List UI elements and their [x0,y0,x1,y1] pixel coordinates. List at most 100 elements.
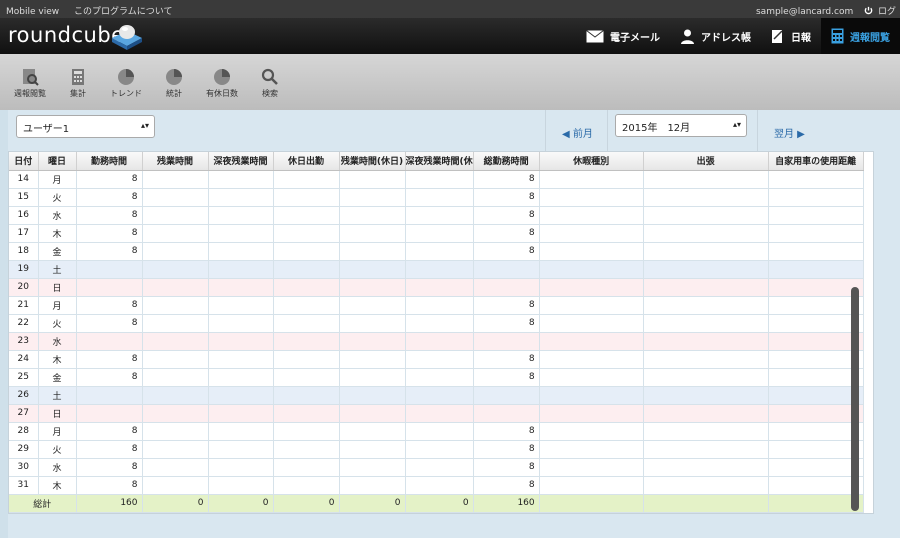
cell[interactable] [142,404,209,423]
cell[interactable] [273,242,340,261]
cell[interactable] [208,314,274,333]
column-header[interactable]: 総勤務時間 [473,152,540,171]
cell[interactable] [405,260,474,279]
cell-total[interactable] [473,260,540,279]
table-row[interactable]: 24 木 8 8 [9,350,864,369]
cell-total[interactable]: 8 [473,476,540,495]
cell-work[interactable]: 8 [76,170,143,189]
cell[interactable] [643,314,769,333]
cell[interactable] [339,296,406,315]
cell[interactable] [405,332,474,351]
cell[interactable] [142,458,209,477]
cell[interactable] [768,368,864,387]
toolbar-search-button[interactable]: 検索 [246,68,294,99]
table-row[interactable]: 25 金 8 8 [9,368,864,387]
cell[interactable] [142,278,209,297]
cell[interactable] [273,350,340,369]
column-header[interactable]: 残業時間 [142,152,209,171]
cell-total[interactable]: 8 [473,242,540,261]
cell[interactable] [142,368,209,387]
cell-work[interactable]: 8 [76,422,143,441]
cell-work[interactable]: 8 [76,458,143,477]
table-row[interactable]: 16 水 8 8 [9,206,864,225]
cell-day[interactable]: 24 [9,350,39,369]
cell-day[interactable]: 26 [9,386,39,405]
cell-work[interactable] [76,332,143,351]
table-row[interactable]: 29 火 8 8 [9,440,864,459]
cell[interactable] [768,188,864,207]
cell-day[interactable]: 23 [9,332,39,351]
cell[interactable] [768,170,864,189]
cell[interactable] [643,386,769,405]
cell[interactable] [643,332,769,351]
cell[interactable] [405,368,474,387]
cell[interactable] [273,476,340,495]
cell[interactable] [208,242,274,261]
table-row[interactable]: 26 土 [9,386,864,405]
cell[interactable] [273,386,340,405]
cell[interactable] [339,386,406,405]
cell[interactable] [339,206,406,225]
cell-total[interactable]: 8 [473,314,540,333]
table-row[interactable]: 18 金 8 8 [9,242,864,261]
cell-work[interactable]: 8 [76,242,143,261]
cell[interactable] [208,260,274,279]
cell[interactable] [208,476,274,495]
cell[interactable] [142,242,209,261]
cell[interactable] [643,170,769,189]
cell-total[interactable]: 8 [473,224,540,243]
cell[interactable] [539,386,644,405]
cell[interactable] [539,332,644,351]
cell[interactable] [208,422,274,441]
cell[interactable] [339,422,406,441]
cell[interactable] [208,458,274,477]
cell[interactable] [768,476,864,495]
cell[interactable] [643,260,769,279]
cell[interactable] [405,440,474,459]
cell[interactable] [208,224,274,243]
column-header[interactable]: 自家用車の使用距離 [768,152,864,171]
cell[interactable] [273,368,340,387]
mobile-view-link[interactable]: Mobile view [6,7,59,17]
cell[interactable] [405,188,474,207]
cell-total[interactable]: 8 [473,458,540,477]
cell-total[interactable]: 8 [473,368,540,387]
cell-total[interactable]: 8 [473,206,540,225]
cell[interactable] [405,476,474,495]
table-row[interactable]: 19 土 [9,260,864,279]
cell-dow[interactable]: 火 [38,188,77,207]
table-row[interactable]: 15 火 8 8 [9,188,864,207]
cell[interactable] [768,278,864,297]
cell-day[interactable]: 14 [9,170,39,189]
cell[interactable] [643,458,769,477]
cell[interactable] [142,206,209,225]
cell[interactable] [405,314,474,333]
cell[interactable] [339,314,406,333]
cell-total[interactable]: 8 [473,188,540,207]
cell-dow[interactable]: 日 [38,278,77,297]
prev-month-link[interactable]: ◀ 前月 [562,125,593,140]
cell-work[interactable]: 8 [76,314,143,333]
cell[interactable] [405,422,474,441]
cell[interactable] [539,170,644,189]
cell[interactable] [142,332,209,351]
cell[interactable] [273,188,340,207]
cell-total[interactable] [473,332,540,351]
cell[interactable] [539,440,644,459]
cell-dow[interactable]: 日 [38,404,77,423]
table-row[interactable]: 30 水 8 8 [9,458,864,477]
cell-total[interactable] [473,278,540,297]
cell[interactable] [539,476,644,495]
cell[interactable] [273,422,340,441]
column-header[interactable]: 休暇種別 [539,152,644,171]
cell-day[interactable]: 21 [9,296,39,315]
cell[interactable] [339,332,406,351]
table-row[interactable]: 28 月 8 8 [9,422,864,441]
cell-dow[interactable]: 木 [38,350,77,369]
cell[interactable] [273,332,340,351]
cell[interactable] [643,476,769,495]
cell[interactable] [142,476,209,495]
cell[interactable] [768,260,864,279]
cell[interactable] [339,368,406,387]
cell[interactable] [339,350,406,369]
